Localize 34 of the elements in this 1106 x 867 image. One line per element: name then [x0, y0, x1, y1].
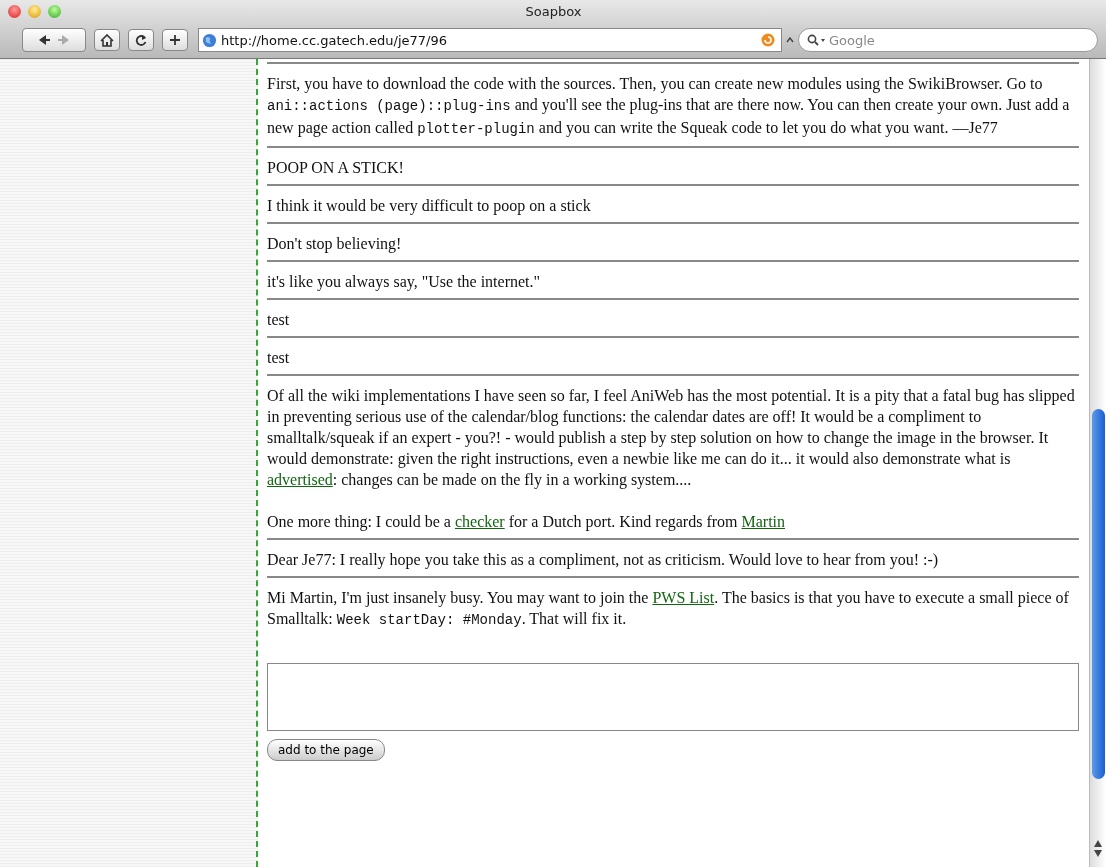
plus-icon — [169, 34, 181, 46]
scroll-down-icon[interactable] — [1094, 850, 1102, 857]
home-icon — [100, 33, 114, 47]
reload-button[interactable] — [128, 29, 154, 51]
comment-text: test — [267, 310, 291, 330]
comment-text: test — [267, 348, 291, 368]
scroll-up-icon[interactable] — [1094, 840, 1102, 847]
reload-icon — [135, 34, 147, 46]
comment-text: Of all the wiki implementations I have seen so far, I feel AniWeb has the most potential. It is a pity that a fatal bug has slipped in preventing serious use of the calendar/blog functions: the calendar dates are off! It would be a compliment to smalltalk/squeak if an expert - you?! - would publish a step by step solution on how to change the image in the browser. It would demonstrate: given the right instructions, even a newbie like me can do it... it would also demonstrate what is advertised: changes can be made on the fly in a working system.... — [267, 386, 1076, 490]
comment-text: First, you have to download the code with the sources. Then, you can create new modules using the SwikiBrowser. Go to ani::actions (page)::plug-ins and you'll see the plug-ins that are there now. You can then create your own. Just add a new page action called plotter-plugin and you can write the Squeak code to let you do what you want. —Je77 — [267, 74, 1071, 139]
comment-text: I think it would be very difficult to poop on a stick — [267, 196, 592, 216]
search-icon — [807, 34, 827, 46]
address-field[interactable]: http://home.cc.gatech.edu/je77/96 — [198, 28, 782, 52]
comment-text: Dear Je77: I really hope you take this as a compliment, not as criticism. Would love to hear from you! :-) — [267, 550, 940, 570]
add-bookmark-button[interactable] — [162, 29, 188, 51]
home-button[interactable] — [94, 29, 120, 51]
search-box[interactable]: Google — [798, 28, 1098, 52]
back-forward-arrows-icon — [37, 34, 71, 46]
comment-text: it's like you always say, "Use the internet." — [267, 272, 542, 292]
comment-input[interactable] — [267, 663, 1079, 731]
caret-icon[interactable] — [786, 36, 794, 44]
link[interactable]: Martin — [741, 513, 786, 530]
add-to-page-button[interactable]: add to the page — [267, 739, 385, 761]
link[interactable]: advertised — [267, 471, 333, 488]
comment-text: One more thing: I could be a checker for a Dutch port. Kind regards from Martin — [267, 512, 787, 532]
comment-text: Don't stop believing! — [267, 234, 403, 254]
comment-text: POOP ON A STICK! — [267, 158, 405, 178]
scrollbar[interactable] — [1089, 59, 1106, 867]
back-forward-button[interactable] — [22, 28, 86, 52]
close-button[interactable] — [8, 4, 21, 18]
comment-text: Mi Martin, I'm just insanely busy. You may want to join the PWS List. The basics is that you have to execute a small piece of Smalltalk: Week startDay: #Monday. That will fix it. — [267, 588, 1070, 630]
globe-icon — [202, 32, 217, 48]
window-title: Soapbox — [524, 3, 583, 19]
link[interactable]: checker — [454, 513, 505, 530]
